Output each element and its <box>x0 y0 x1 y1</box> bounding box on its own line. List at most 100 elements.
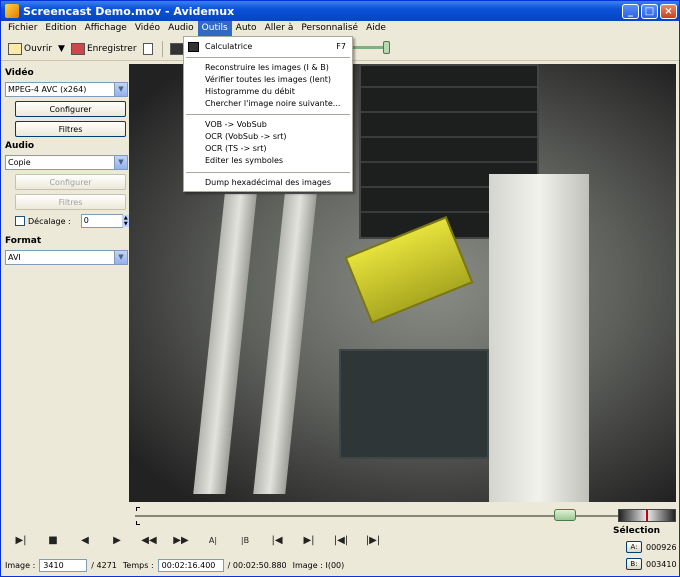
goto-marker-a-icon[interactable]: |◀ <box>265 533 289 549</box>
rack-post-right <box>489 174 589 502</box>
audio-shift-row: Décalage : 0 ▲ ▼ <box>15 214 130 228</box>
menu-video[interactable]: Vidéo <box>131 21 164 36</box>
menu-item-vob-vobsub[interactable]: VOB -> VobSub <box>184 119 352 131</box>
folder-icon <box>8 42 22 55</box>
audio-shift-checkbox[interactable] <box>15 216 25 226</box>
close-button[interactable]: × <box>660 3 677 19</box>
selection-a-value: 000926 <box>646 542 677 552</box>
menu-item-reconstruire-images[interactable]: Reconstruire les images (I & B) <box>184 62 352 74</box>
menu-separator <box>186 172 350 173</box>
menu-personnalise[interactable]: Personnalisé <box>297 21 362 36</box>
menu-item-chercher-image-noire[interactable]: Chercher l'image noire suivante... <box>184 98 352 110</box>
menu-item-dump-hexadecimal[interactable]: Dump hexadécimal des images <box>184 177 352 189</box>
goto-marker-b-icon[interactable]: ▶| <box>297 533 321 549</box>
image-label: Image : <box>5 560 36 570</box>
format-value: AVI <box>8 253 21 262</box>
next-frame-icon[interactable]: ▶ <box>105 533 129 549</box>
window-title: Screencast Demo.mov - Avidemux <box>23 4 235 18</box>
save-icon <box>70 42 85 55</box>
time-input[interactable]: 00:02:16.400 <box>157 558 224 572</box>
video-section-title: Vidéo <box>5 68 34 78</box>
selection-b-value: 003410 <box>646 559 677 569</box>
marker-b-icon <box>136 521 140 525</box>
timeline-track <box>135 515 672 517</box>
chevron-down-icon: ▼ <box>114 156 127 169</box>
next-keyframe-icon[interactable]: ▶▶ <box>169 533 193 549</box>
app-window: Screencast Demo.mov - Avidemux _ □ × Fic… <box>0 0 680 577</box>
menu-edition[interactable]: Edition <box>41 21 80 36</box>
menu-aller-a[interactable]: Aller à <box>261 21 298 36</box>
save-button[interactable]: Enregistrer <box>68 39 140 59</box>
audio-configure-button[interactable]: Configurer <box>15 174 126 190</box>
menu-affichage[interactable]: Affichage <box>81 21 131 36</box>
selection-a-row: A: 000926 <box>613 541 679 553</box>
maximize-button[interactable]: □ <box>641 3 658 19</box>
properties-button[interactable] <box>140 39 158 59</box>
menu-aide[interactable]: Aide <box>362 21 390 36</box>
selection-b-button[interactable]: B: <box>626 558 642 570</box>
network-device-image <box>339 349 489 459</box>
menu-item-ocr-vobsub[interactable]: OCR (VobSub -> srt) <box>184 131 352 143</box>
calculator-icon <box>188 42 199 52</box>
menu-auto[interactable]: Auto <box>232 21 261 36</box>
title-bar[interactable]: Screencast Demo.mov - Avidemux _ □ × <box>1 1 679 21</box>
audio-codec-value: Copie <box>8 158 31 167</box>
left-panel: Vidéo MPEG-4 AVC (x264) ▼ Configurer Fil… <box>5 64 130 504</box>
menu-separator <box>186 57 350 58</box>
rack-slot <box>361 111 537 113</box>
menu-item-ocr-ts[interactable]: OCR (TS -> srt) <box>184 143 352 155</box>
selection-a-button[interactable]: A: <box>626 541 642 553</box>
calculator-icon <box>169 42 184 55</box>
shortcut-label: F7 <box>336 42 346 51</box>
stop-icon[interactable]: ■ <box>41 533 65 549</box>
rack-slot <box>361 161 537 163</box>
set-marker-a-icon[interactable]: A| <box>201 533 225 549</box>
rack-slot <box>361 136 537 138</box>
previous-frame-icon[interactable]: ◀ <box>73 533 97 549</box>
open-label: Ouvrir <box>24 43 53 54</box>
avidemux-app-icon <box>5 4 19 18</box>
save-label: Enregistrer <box>86 43 137 54</box>
menu-item-verifier-images[interactable]: Vérifier toutes les images (lent) <box>184 74 352 86</box>
menu-item-histogramme[interactable]: Histogramme du débit <box>184 86 352 98</box>
last-frame-icon[interactable]: |▶| <box>361 533 385 549</box>
properties-icon <box>142 42 153 55</box>
playback-controls: ▶| ■ ◀ ▶ ◀◀ ▶▶ A| |B |◀ ▶| |◀| |▶| <box>9 533 393 549</box>
timeline-knob[interactable] <box>553 509 576 521</box>
minimize-button[interactable]: _ <box>622 3 639 19</box>
toolbar-slider-knob[interactable] <box>383 41 390 54</box>
video-configure-button[interactable]: Configurer <box>15 101 126 117</box>
menu-bar: Fichier Edition Affichage Vidéo Audio Ou… <box>1 21 679 36</box>
audio-shift-value: 0 <box>83 216 89 225</box>
play-icon[interactable]: ▶| <box>9 533 33 549</box>
format-select[interactable]: AVI ▼ <box>5 250 128 265</box>
first-frame-icon[interactable]: |◀| <box>329 533 353 549</box>
toolbar-separator <box>161 40 163 57</box>
video-filters-button[interactable]: Filtres <box>15 121 126 137</box>
menu-outils[interactable]: Outils <box>197 21 232 36</box>
timeline-scrubber[interactable] <box>129 507 676 525</box>
time-label: Temps : <box>122 560 154 570</box>
menu-audio[interactable]: Audio <box>164 21 198 36</box>
menu-item-calculatrice[interactable]: Calculatrice F7 <box>184 41 352 53</box>
menu-item-editer-symboles[interactable]: Editer les symboles <box>184 155 352 167</box>
open-button[interactable]: Ouvrir <box>5 39 55 59</box>
audio-shift-input[interactable]: 0 ▲ ▼ <box>80 214 130 228</box>
image-number-input[interactable]: 3410 <box>39 558 88 572</box>
audio-filters-button[interactable]: Filtres <box>15 194 126 210</box>
video-codec-value: MPEG-4 AVC (x264) <box>8 85 87 94</box>
audio-codec-select[interactable]: Copie ▼ <box>5 155 128 170</box>
volume-slider[interactable] <box>618 509 676 522</box>
frame-type-text: Image : I(00) <box>292 560 345 570</box>
previous-keyframe-icon[interactable]: ◀◀ <box>137 533 161 549</box>
menu-fichier[interactable]: Fichier <box>4 21 41 36</box>
video-codec-select[interactable]: MPEG-4 AVC (x264) ▼ <box>5 82 128 97</box>
selection-b-row: B: 003410 <box>613 558 679 570</box>
marker-a-icon <box>136 507 140 511</box>
set-marker-b-icon[interactable]: |B <box>233 533 257 549</box>
audio-shift-label: Décalage : <box>28 216 71 226</box>
open-dropdown-arrow[interactable]: ▼ <box>55 39 68 59</box>
volume-marker <box>646 510 648 521</box>
selection-title: Sélection <box>613 526 661 536</box>
format-section-title: Format <box>5 236 42 246</box>
